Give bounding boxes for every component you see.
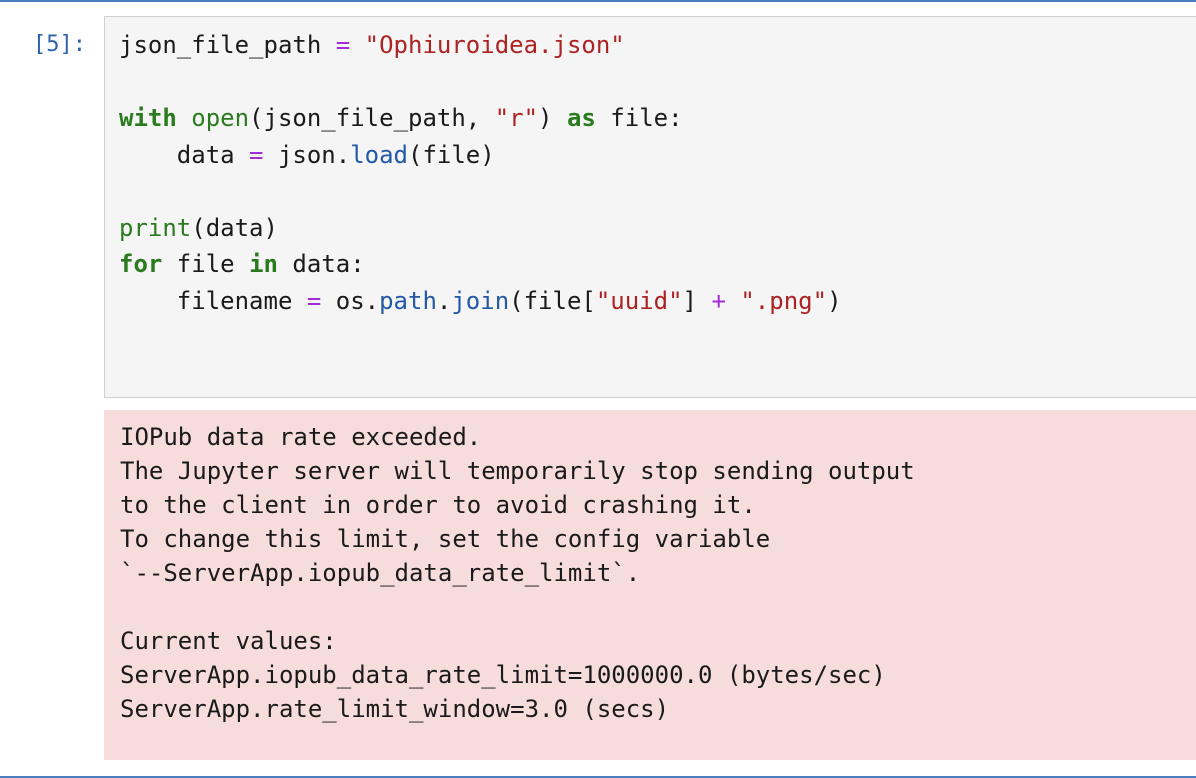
code-line-4: data = json.load(file)	[119, 140, 495, 169]
code-line-3: with open(json_file_path, "r") as file:	[119, 104, 683, 132]
output-line: IOPub data rate exceeded.	[120, 423, 482, 451]
code-text[interactable]: json_file_path = "Ophiuroidea.json" with …	[119, 27, 842, 319]
execution-count-prompt: [5]:	[33, 32, 86, 57]
notebook-cell[interactable]: [5]: json_file_path = "Ophiuroidea.json"…	[0, 0, 1196, 778]
output-line: to the client in order to avoid crashing…	[120, 491, 756, 519]
stderr-output: IOPub data rate exceeded. The Jupyter ser…	[104, 410, 1196, 760]
output-line: `--ServerApp.iopub_data_rate_limit`.	[120, 559, 641, 587]
code-line-6: print(data)	[119, 213, 278, 242]
output-line: To change this limit, set the config var…	[120, 525, 771, 553]
code-line-8: filename = os.path.join(file["uuid"] + "…	[119, 286, 842, 315]
output-line: The Jupyter server will temporarily stop…	[120, 457, 915, 485]
code-line-7: for file in data:	[119, 250, 365, 278]
code-line-1: json_file_path = "Ophiuroidea.json"	[119, 31, 625, 59]
output-line: ServerApp.rate_limit_window=3.0 (secs)	[120, 695, 670, 723]
output-text: IOPub data rate exceeded. The Jupyter ser…	[120, 420, 915, 726]
code-editor[interactable]: json_file_path = "Ophiuroidea.json" with …	[104, 16, 1196, 398]
output-line: ServerApp.iopub_data_rate_limit=1000000.…	[120, 661, 886, 689]
output-line: Current values:	[120, 627, 337, 655]
